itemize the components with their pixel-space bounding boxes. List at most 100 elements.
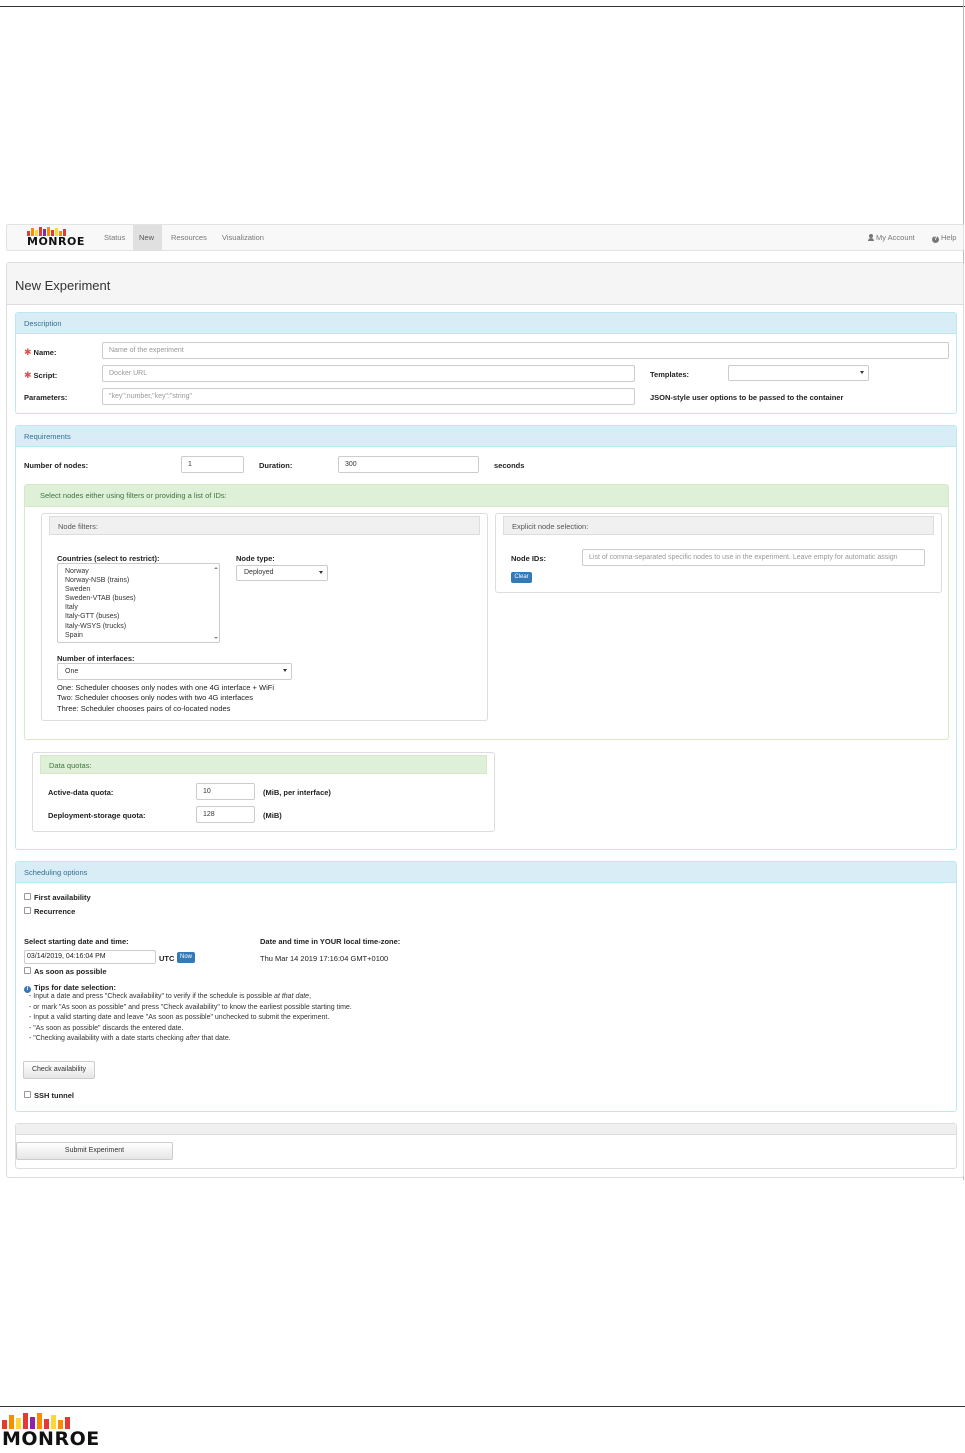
chevron-down-icon [283, 669, 287, 672]
chevron-down-icon [319, 571, 323, 574]
scroll-up-icon [214, 567, 218, 569]
script-label: ✱ Script: [24, 370, 58, 380]
templates-select[interactable] [728, 365, 869, 381]
duration-unit: seconds [494, 461, 525, 470]
node-selection-panel: Select nodes either using filters or pro… [24, 484, 949, 740]
interfaces-select[interactable]: One [57, 663, 292, 680]
asap-checkbox[interactable] [24, 967, 31, 974]
tip-line-2: - or mark "As soon as possible" and pres… [29, 1004, 352, 1011]
start-date-input[interactable]: 03/14/2019, 04:16:04 PM [24, 950, 156, 964]
nav-help[interactable]: ? Help [932, 225, 956, 250]
interfaces-help-one: One: Scheduler chooses only nodes with o… [57, 683, 274, 692]
footer-logo: MONROE [2, 1413, 99, 1451]
ssh-tunnel-checkbox[interactable] [24, 1091, 31, 1098]
main-heading: New Experiment [7, 263, 963, 305]
chevron-down-icon [860, 371, 864, 374]
name-input[interactable]: Name of the experiment [102, 342, 949, 359]
brand-logo[interactable]: MONROE [27, 227, 87, 249]
tip-line-4: - "As soon as possible" discards the ent… [29, 1025, 184, 1032]
nav-my-account[interactable]: My Account [868, 225, 915, 250]
main-panel: New Experiment Description ✱ Name: Name o… [6, 262, 964, 1178]
data-quotas-heading: Data quotas: [40, 755, 487, 774]
local-time-value: Thu Mar 14 2019 17:16:04 GMT+0100 [260, 954, 389, 963]
countries-listbox[interactable]: Norway Norway-NSB (trains) Sweden Sweden… [57, 563, 220, 643]
node-filters-heading: Node filters: [49, 516, 480, 535]
user-icon [868, 234, 874, 241]
nav-resources[interactable]: Resources [165, 225, 213, 250]
account-label: My Account [876, 233, 915, 242]
data-quotas-panel: Data quotas: Active-data quota: 10 (MiB,… [32, 752, 495, 832]
requirements-heading: Requirements [16, 426, 956, 447]
required-star-icon: ✱ [24, 370, 32, 380]
utc-label: UTC [159, 954, 175, 963]
scroll-down-icon [214, 637, 218, 639]
footer-logo-bars [2, 1413, 88, 1429]
ssh-tunnel-label: SSH tunnel [34, 1091, 75, 1100]
recurrence-checkbox[interactable] [24, 907, 31, 914]
script-input[interactable]: Docker URL [102, 365, 635, 382]
country-option[interactable]: Italy-GTT (buses) [58, 612, 219, 621]
country-option[interactable]: Italy [58, 603, 219, 612]
nodes-input[interactable]: 1 [181, 456, 244, 473]
scheduling-heading: Scheduling options [16, 862, 956, 883]
node-type-label: Node type: [236, 554, 275, 563]
tip-line-5: - "Checking availability with a date sta… [29, 1035, 231, 1042]
nav-status[interactable]: Status [98, 225, 131, 250]
active-quota-unit: (MiB, per interface) [263, 788, 331, 797]
first-availability-label: First availability [34, 893, 91, 902]
name-label: ✱ Name: [24, 347, 57, 357]
country-option[interactable]: Sweden [58, 585, 219, 594]
storage-quota-label: Deployment-storage quota: [48, 811, 146, 820]
country-option[interactable]: Spain [58, 631, 219, 640]
top-rule [0, 6, 965, 7]
country-option[interactable]: Italy-WSYS (trucks) [58, 622, 219, 631]
node-type-select[interactable]: Deployed [236, 565, 328, 581]
explicit-selection-panel: Explicit node selection: Node IDs: List … [495, 513, 942, 593]
info-icon: i [24, 986, 31, 993]
tip-line-1: - Input a date and press "Check availabi… [29, 993, 312, 1000]
duration-input[interactable]: 300 [338, 456, 479, 473]
tip-line-3: - Input a valid starting date and leave … [29, 1014, 330, 1021]
footer-rule [0, 1406, 965, 1407]
question-icon: ? [932, 236, 939, 243]
storage-quota-input[interactable]: 128 [196, 806, 255, 823]
templates-label: Templates: [650, 370, 690, 379]
interfaces-label: Number of interfaces: [57, 654, 135, 663]
nodes-label: Number of nodes: [24, 461, 89, 470]
requirements-panel: Requirements Number of nodes: 1 Duration… [15, 425, 957, 850]
country-option[interactable]: Sweden-VTAB (buses) [58, 594, 219, 603]
explicit-selection-heading: Explicit node selection: [503, 516, 934, 535]
country-option[interactable]: Norway [58, 567, 219, 576]
nav-visualization[interactable]: Visualization [216, 225, 270, 250]
active-quota-input[interactable]: 10 [196, 783, 255, 800]
country-option[interactable]: Norway-NSB (trains) [58, 576, 219, 585]
check-availability-button[interactable]: Check availability [23, 1061, 95, 1079]
navbar: MONROE Status New Resources Visualizatio… [6, 224, 964, 251]
storage-quota-unit: (MiB) [263, 811, 282, 820]
nav-new[interactable]: New [133, 225, 162, 250]
parameters-label: Parameters: [24, 393, 68, 402]
node-filters-panel: Node filters: Countries (select to restr… [41, 513, 488, 721]
required-star-icon: ✱ [24, 347, 32, 357]
recurrence-label: Recurrence [34, 907, 76, 916]
first-availability-checkbox[interactable] [24, 893, 31, 900]
asap-label: As soon as possible [34, 967, 107, 976]
brand-name: MONROE [27, 235, 85, 248]
clear-button[interactable]: Clear [511, 572, 532, 583]
countries-label: Countries (select to restrict): [57, 554, 160, 563]
scheduling-panel: Scheduling options First availability Re… [15, 861, 957, 1112]
submit-button[interactable]: Submit Experiment [16, 1142, 173, 1160]
listbox-scrollbar[interactable] [212, 564, 219, 642]
description-heading: Description [16, 313, 956, 334]
help-label: Help [941, 233, 957, 242]
interfaces-help-two: Two: Scheduler chooses only nodes with t… [57, 693, 253, 702]
parameters-help: JSON-style user options to be passed to … [650, 393, 844, 402]
now-button[interactable]: Now [177, 952, 195, 963]
start-date-label: Select starting date and time: [24, 937, 129, 946]
parameters-input[interactable]: "key":number,"key":"string" [102, 388, 635, 405]
submit-panel: Submit Experiment [15, 1123, 957, 1169]
local-time-label: Date and time in YOUR local time-zone: [260, 937, 401, 946]
duration-label: Duration: [259, 461, 293, 470]
description-panel: Description ✱ Name: Name of the experimen… [15, 312, 957, 414]
node-ids-input[interactable]: List of comma-separated specific nodes t… [582, 549, 925, 566]
